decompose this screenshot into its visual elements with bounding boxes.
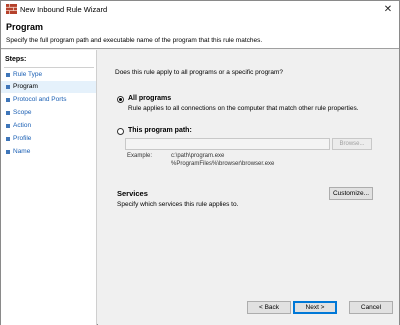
step-bullet-icon: [6, 137, 10, 141]
steps-panel: Steps: Rule Type Program Protocol and Po…: [1, 50, 97, 325]
step-label: Program: [13, 83, 38, 90]
services-title: Services: [117, 189, 148, 198]
firewall-icon: [6, 4, 17, 14]
next-button[interactable]: Next >: [293, 301, 337, 314]
page-description: Specify the full program path and execut…: [6, 37, 263, 44]
step-bullet-icon: [6, 111, 10, 115]
window-title: New Inbound Rule Wizard: [20, 5, 108, 14]
close-button[interactable]: ✕: [381, 3, 395, 16]
scope-question: Does this rule apply to all programs or …: [115, 69, 283, 76]
step-name[interactable]: Name: [1, 146, 96, 158]
all-programs-radio[interactable]: [117, 96, 124, 103]
steps-divider: [4, 67, 94, 68]
example-label: Example:: [127, 153, 153, 159]
program-path-input[interactable]: [125, 138, 330, 150]
wizard-window: New Inbound Rule Wizard ✕ Program Specif…: [0, 0, 400, 325]
step-bullet-icon: [6, 73, 10, 77]
step-bullet-icon: [6, 150, 10, 154]
all-programs-description: Rule applies to all connections on the c…: [128, 105, 359, 112]
browse-button[interactable]: Browse...: [332, 138, 372, 150]
example-path-2: %ProgramFiles%\browser\browser.exe: [171, 161, 275, 167]
steps-label: Steps:: [5, 56, 27, 63]
program-path-radio[interactable]: [117, 128, 124, 135]
step-bullet-icon: [6, 85, 10, 89]
step-action[interactable]: Action: [1, 120, 96, 132]
page-title: Program: [6, 22, 44, 32]
page-header: Program Specify the full program path an…: [1, 18, 399, 49]
all-programs-label[interactable]: All programs: [128, 95, 171, 102]
step-label: Profile: [13, 135, 32, 142]
step-label: Rule Type: [13, 71, 43, 78]
back-button[interactable]: < Back: [247, 301, 291, 314]
step-label: Scope: [13, 109, 32, 116]
step-scope[interactable]: Scope: [1, 107, 96, 119]
customize-button[interactable]: Customize...: [329, 187, 373, 200]
step-profile[interactable]: Profile: [1, 133, 96, 145]
title-bar[interactable]: New Inbound Rule Wizard ✕: [1, 1, 399, 18]
step-bullet-icon: [6, 124, 10, 128]
step-program[interactable]: Program: [1, 81, 96, 93]
step-bullet-icon: [6, 98, 10, 102]
example-path-1: c:\path\program.exe: [171, 153, 225, 159]
step-label: Name: [13, 148, 31, 155]
services-description: Specify which services this rule applies…: [117, 201, 239, 208]
step-rule-type[interactable]: Rule Type: [1, 69, 96, 81]
step-protocol-and-ports[interactable]: Protocol and Ports: [1, 94, 96, 106]
close-icon: ✕: [383, 4, 393, 15]
step-label: Action: [13, 122, 32, 129]
program-path-label[interactable]: This program path:: [128, 127, 192, 134]
main-panel: Does this rule apply to all programs or …: [98, 50, 399, 325]
cancel-button[interactable]: Cancel: [349, 301, 393, 314]
step-label: Protocol and Ports: [13, 96, 67, 103]
